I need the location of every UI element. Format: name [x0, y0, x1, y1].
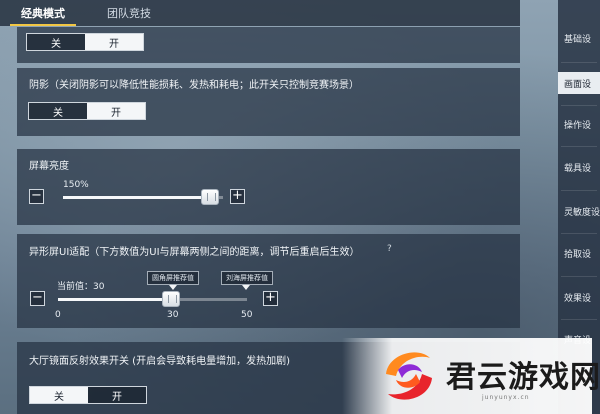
- tab-team-deathmatch[interactable]: 团队竞技: [86, 0, 172, 26]
- side-item-graphics[interactable]: 画面设: [558, 72, 600, 94]
- notch-screen-marker-icon: [242, 285, 250, 290]
- shadow-panel: 阴影（关闭阴影可以降低性能损耗、发热和耗电；此开关只控制竞赛场景） 关 开: [17, 68, 520, 136]
- side-divider: [561, 62, 597, 63]
- watermark-text: 君云游戏网: [446, 360, 600, 395]
- top-toggle-panel: 关 开: [17, 27, 520, 63]
- notch-title: 异形屏UI适配（下方数值为UI与屏幕两侧之间的距离，调节后重启后生效）: [29, 247, 360, 258]
- side-divider: [561, 190, 597, 191]
- side-divider: [561, 146, 597, 147]
- notch-tick-30: 30: [167, 310, 179, 320]
- help-icon[interactable]: ?: [387, 244, 392, 254]
- mirror-on-button[interactable]: 开: [88, 387, 146, 403]
- shadow-toggle[interactable]: 关 开: [28, 102, 146, 120]
- brightness-slider-fill: [63, 196, 211, 199]
- side-divider: [561, 105, 597, 106]
- mirror-title: 大厅镜面反射效果开关 (开启会导致耗电量增加，发热加剧): [29, 356, 290, 367]
- brightness-minus-button[interactable]: −: [29, 189, 44, 204]
- notch-minus-button[interactable]: −: [30, 291, 45, 306]
- notch-slider-fill: [58, 298, 172, 301]
- round-screen-recommend-flag: 圆角屏推荐值: [147, 271, 199, 285]
- notch-slider-track[interactable]: [58, 291, 247, 307]
- round-screen-marker-icon: [169, 285, 177, 290]
- mode-tabbar: 经典模式 团队竞技: [0, 0, 520, 26]
- shadow-on-button[interactable]: 开: [87, 103, 145, 119]
- brightness-title: 屏幕亮度: [29, 161, 69, 172]
- side-item-vehicles[interactable]: 载具设: [558, 156, 600, 178]
- shadow-title: 阴影（关闭阴影可以降低性能损耗、发热和耗电；此开关只控制竞赛场景）: [29, 80, 359, 91]
- side-divider: [561, 319, 597, 320]
- notch-current-value: 当前值：30: [57, 282, 105, 292]
- side-divider: [561, 233, 597, 234]
- mirror-off-button[interactable]: 关: [30, 387, 88, 403]
- notch-panel: 异形屏UI适配（下方数值为UI与屏幕两侧之间的距离，调节后重启后生效） ? 当前…: [17, 234, 520, 328]
- brightness-panel: 屏幕亮度 150% − +: [17, 149, 520, 225]
- top-toggle-off[interactable]: 关: [27, 34, 85, 50]
- watermark-subtext: junyunyx.cn: [482, 394, 530, 401]
- side-item-pickup[interactable]: 拾取设: [558, 242, 600, 264]
- mirror-toggle[interactable]: 关 开: [29, 386, 147, 404]
- side-item-basic[interactable]: 基础设: [558, 27, 600, 49]
- brightness-slider-track[interactable]: [63, 189, 223, 205]
- notch-screen-recommend-flag: 刘海屏推荐值: [221, 271, 273, 285]
- notch-plus-button[interactable]: +: [263, 291, 278, 306]
- side-item-effects[interactable]: 效果设: [558, 286, 600, 308]
- shadow-off-button[interactable]: 关: [29, 103, 87, 119]
- side-divider: [561, 276, 597, 277]
- brightness-plus-button[interactable]: +: [230, 189, 245, 204]
- side-item-controls[interactable]: 操作设: [558, 113, 600, 135]
- side-item-sensitivity[interactable]: 灵敏度设: [558, 200, 600, 222]
- top-toggle[interactable]: 关 开: [26, 33, 144, 51]
- watermark: 君云游戏网 junyunyx.cn: [342, 338, 600, 414]
- notch-tick-0: 0: [55, 310, 61, 320]
- brightness-slider-thumb[interactable]: [201, 189, 220, 205]
- tab-classic-mode[interactable]: 经典模式: [0, 0, 86, 26]
- notch-tick-50: 50: [241, 310, 253, 320]
- notch-slider-thumb[interactable]: [162, 291, 181, 307]
- brightness-value: 150%: [63, 180, 89, 190]
- watermark-logo-icon: [386, 352, 432, 400]
- top-toggle-on[interactable]: 开: [85, 34, 143, 50]
